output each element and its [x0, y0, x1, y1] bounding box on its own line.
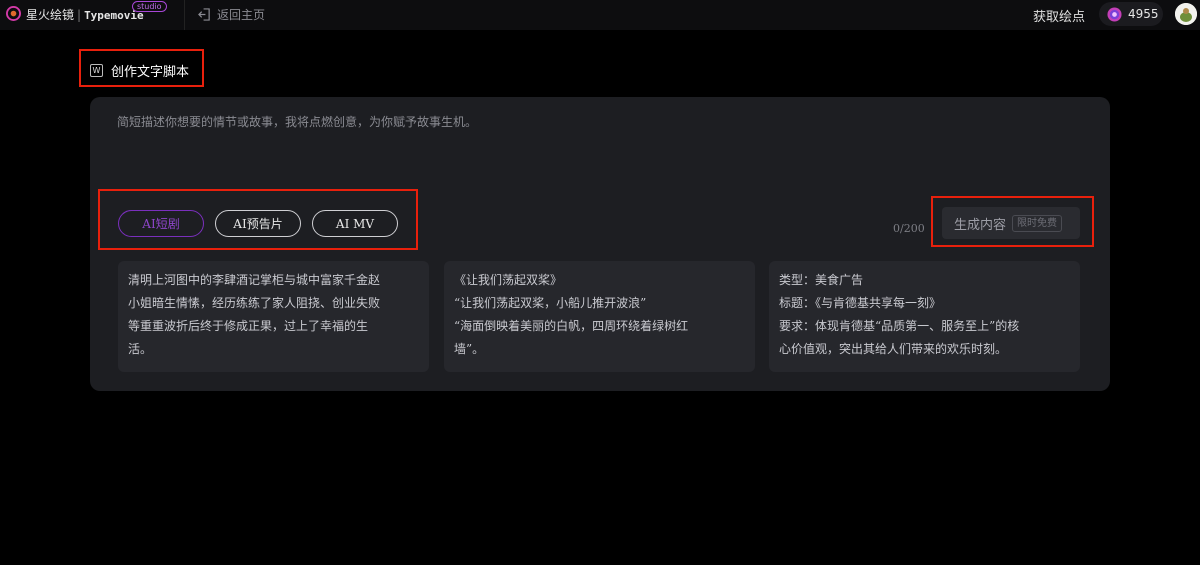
back-arrow-icon: [198, 7, 210, 21]
get-points-link[interactable]: 获取绘点: [1033, 6, 1085, 25]
top-bar: 星火绘镜 | Typemovie studio 返回主页 获取绘点 4955: [0, 0, 1200, 30]
generate-content-button[interactable]: 生成内容 限时免费: [942, 207, 1080, 239]
brand-separator: |: [77, 8, 82, 22]
back-home-link[interactable]: 返回主页: [198, 5, 265, 23]
char-counter: 0/200: [893, 222, 925, 235]
generate-label: 生成内容: [954, 217, 1007, 233]
example-line: “让我们荡起双桨，小船儿推开波浪”: [454, 296, 647, 310]
example-line: “海面倒映着美丽的白帆，四周环绕着绿树红: [454, 319, 689, 333]
story-input[interactable]: 简短描述你想要的情节或故事，我将点燃创意，为你赋予故事生机。: [117, 113, 477, 130]
example-line: 清明上河图中的李肆酒记掌柜与城中富家千金赵: [128, 273, 381, 287]
points-value: 4955: [1128, 7, 1159, 21]
example-line: 要求：体现肯德基“品质第一、服务至上”的核: [779, 319, 1020, 333]
example-line: 墙”。: [454, 342, 485, 356]
user-avatar[interactable]: [1175, 3, 1197, 25]
back-home-label: 返回主页: [217, 7, 266, 22]
example-line: 《让我们荡起双桨》: [454, 273, 563, 287]
example-card-2[interactable]: 《让我们荡起双桨》 “让我们荡起双桨，小船儿推开波浪” “海面倒映着美丽的白帆，…: [444, 261, 755, 372]
chip-ai-short-drama[interactable]: AI短剧: [118, 210, 204, 237]
avatar-image: [1175, 3, 1197, 25]
example-line: 活。: [128, 342, 153, 356]
example-line: 类型：美食广告: [779, 273, 864, 287]
example-card-3[interactable]: 类型：美食广告 标题：《与肯德基共享每一刻》 要求：体现肯德基“品质第一、服务至…: [769, 261, 1080, 372]
section-title: W 创作文字脚本: [90, 61, 189, 80]
example-line: 等重重波折后终于修成正果，过上了幸福的生: [128, 319, 369, 333]
studio-badge: studio: [132, 1, 167, 12]
section-title-text: 创作文字脚本: [111, 65, 190, 80]
example-line: 标题：《与肯德基共享每一刻》: [779, 296, 942, 310]
example-line: 小姐暗生情愫，经历练练了家人阻挠、创业失败: [128, 296, 381, 310]
points-gem-icon: [1107, 6, 1122, 22]
example-line: 心价值观，突出其给人们带来的欢乐时刻。: [779, 342, 1008, 356]
brand-title: 星火绘镜 | Typemovie: [26, 6, 144, 23]
chip-ai-mv[interactable]: AI MV: [312, 210, 398, 237]
logo-icon: [6, 6, 21, 21]
points-balance[interactable]: 4955: [1099, 2, 1163, 26]
chip-ai-trailer[interactable]: AI预告片: [215, 210, 301, 237]
example-card-1[interactable]: 清明上河图中的李肆酒记掌柜与城中富家千金赵 小姐暗生情愫，经历练练了家人阻挠、创…: [118, 261, 429, 372]
document-icon: W: [90, 64, 103, 77]
brand-cn: 星火绘镜: [26, 8, 75, 22]
free-tag: 限时免费: [1012, 214, 1063, 232]
header-divider: [184, 0, 185, 30]
